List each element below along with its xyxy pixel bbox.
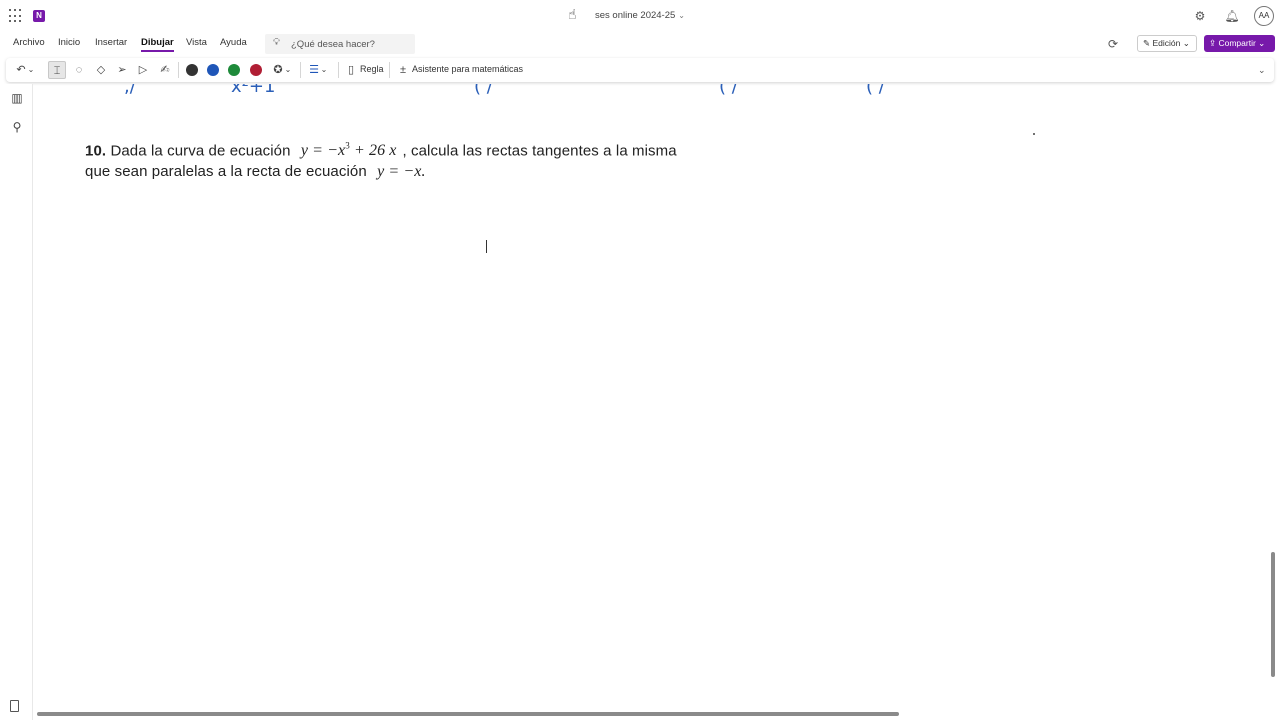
gear-icon[interactable]: ⚙ — [1192, 8, 1208, 24]
page-canvas[interactable]: ,/ x²+1 ( / ( / ( / 10. Dada la curva de… — [34, 84, 1270, 710]
search-input[interactable] — [291, 37, 409, 51]
line-equation: y = −x. — [377, 163, 426, 181]
lasso-select-icon[interactable]: ◌ — [70, 61, 88, 79]
math-assistant-icon[interactable]: ± — [394, 61, 412, 79]
avatar[interactable]: AA — [1254, 6, 1274, 26]
pen-color-red[interactable] — [250, 64, 262, 76]
document-title-text: ses online 2024-25 — [595, 10, 676, 21]
notebooks-library-icon[interactable]: ▥ — [9, 90, 25, 106]
document-title[interactable]: ses online 2024-25 ⌄ — [0, 10, 1280, 21]
handwritten-ink-fragment: ( / — [474, 84, 493, 97]
search-box[interactable]: 💡︎ — [265, 34, 415, 54]
handwritten-ink-fragment: ( / — [719, 84, 738, 97]
sync-icon[interactable]: ⟳ — [1108, 37, 1118, 51]
ink-dot — [1033, 133, 1035, 135]
exercise-text-part1: Dada la curva de ecuación — [110, 142, 291, 160]
curve-equation-rhs: + 26 x — [353, 142, 397, 160]
draw-ribbon: ↶ ⌄ ⌶ ◌ ◇ ➢ ▷ ✍ ✪ ⌄ ☰ ⌄ ▯ Regla ± Asiste… — [6, 58, 1274, 82]
page-view-icon[interactable] — [10, 700, 19, 712]
editing-mode-label: Edición — [1152, 38, 1181, 48]
ribbon-divider — [300, 62, 301, 78]
ink-effects-dropdown-icon[interactable]: ⌄ — [283, 61, 293, 79]
undo-dropdown-icon[interactable]: ⌄ — [26, 61, 36, 79]
pen-color-black[interactable] — [186, 64, 198, 76]
lightbulb-icon: 💡︎ — [273, 37, 280, 48]
highlighter-tool-icon[interactable]: ▷ — [134, 61, 152, 79]
vertical-scrollbar[interactable] — [1271, 552, 1275, 677]
share-button[interactable]: ⇪ Compartir ⌄ — [1204, 35, 1275, 52]
tab-vista[interactable]: Vista — [186, 37, 207, 48]
curve-equation-exponent: 3 — [345, 141, 350, 151]
ruler-icon[interactable]: ▯ — [342, 61, 360, 79]
tab-inicio[interactable]: Inicio — [58, 37, 80, 48]
math-assistant-label[interactable]: Asistente para matemáticas — [412, 64, 523, 74]
ribbon-divider — [338, 62, 339, 78]
menu-bar: Archivo Inicio Insertar Dibujar Vista Ay… — [0, 32, 1280, 56]
tab-dibujar[interactable]: Dibujar — [141, 37, 174, 52]
tab-ayuda[interactable]: Ayuda — [220, 37, 247, 48]
pen-tool-icon[interactable]: ➢ — [113, 61, 131, 79]
chevron-down-icon: ⌄ — [678, 11, 685, 20]
handwritten-ink-denominator: x²+1 — [231, 84, 276, 97]
pen-color-green[interactable] — [228, 64, 240, 76]
title-bar: N ses online 2024-25 ⌄ ☝ ⚙ 🔔︎ AA — [0, 0, 1280, 32]
horizontal-scrollbar[interactable] — [37, 712, 899, 716]
add-pen-icon[interactable]: ✍ — [156, 61, 174, 79]
editing-mode-button[interactable]: ✎ Edición ⌄ — [1137, 35, 1197, 52]
tab-insertar[interactable]: Insertar — [95, 37, 127, 48]
ribbon-divider — [389, 62, 390, 78]
text-caret — [486, 240, 487, 253]
search-icon[interactable]: ⚲ — [9, 119, 25, 135]
curve-equation-lhs: y = −x — [300, 142, 346, 160]
exercise-10-text[interactable]: 10. Dada la curva de ecuación y = −x3 + … — [85, 136, 685, 182]
hand-cursor-icon: ☝ — [568, 6, 577, 22]
left-nav-rail: ▥ ⚲ — [0, 84, 33, 720]
pen-color-blue[interactable] — [207, 64, 219, 76]
select-text-tool-icon[interactable]: ⌶ — [48, 61, 66, 79]
ribbon-collapse-chevron-icon[interactable]: ⌄ — [1258, 65, 1266, 76]
exercise-number: 10. — [85, 142, 107, 160]
handwritten-ink-fragment: ( / — [866, 84, 885, 97]
share-label: Compartir — [1218, 38, 1256, 48]
thickness-dropdown-icon[interactable]: ⌄ — [319, 61, 329, 79]
handwritten-ink-fragment: ,/ — [124, 84, 136, 97]
ribbon-divider — [178, 62, 179, 78]
tab-archivo[interactable]: Archivo — [13, 37, 45, 48]
eraser-icon[interactable]: ◇ — [92, 61, 110, 79]
curve-equation: y = −x3 + 26 x — [300, 141, 397, 160]
bell-icon[interactable]: 🔔︎ — [1224, 8, 1240, 24]
ruler-button-label[interactable]: Regla — [360, 64, 384, 74]
